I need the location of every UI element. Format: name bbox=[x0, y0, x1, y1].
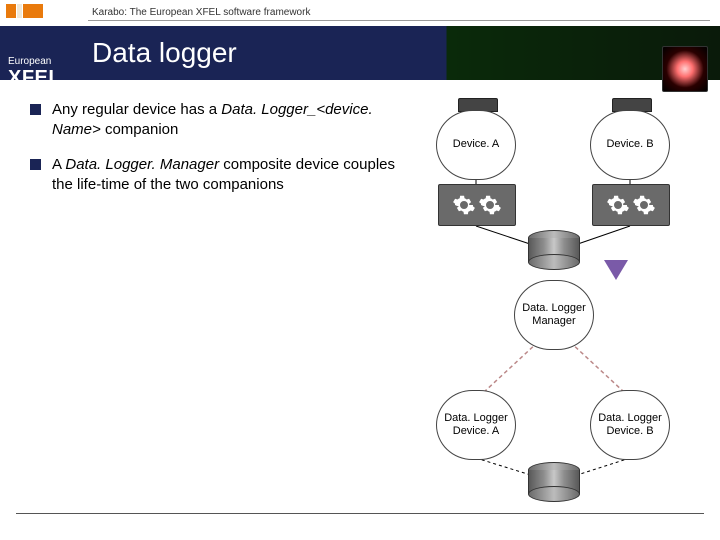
slide-title: Data logger bbox=[92, 37, 237, 69]
gear-icon bbox=[606, 193, 630, 217]
xfel-logo: European XFEL bbox=[2, 28, 86, 106]
bullet-list: Any regular device has a Data. Logger_<d… bbox=[30, 100, 410, 209]
decorative-probe-image bbox=[662, 46, 708, 92]
node-device-a: Device. A bbox=[436, 110, 516, 180]
database-icon bbox=[528, 462, 580, 500]
node-datalogger-manager: Data. LoggerManager bbox=[514, 280, 594, 350]
footer-divider bbox=[16, 513, 704, 514]
gear-icon bbox=[452, 193, 476, 217]
node-datalogger-device-a: Data. LoggerDevice. A bbox=[436, 390, 516, 460]
database-icon bbox=[528, 230, 580, 268]
kicker-text: Karabo: The European XFEL software frame… bbox=[88, 5, 710, 21]
logo-accent bbox=[6, 4, 62, 20]
title-bar: European XFEL Data logger bbox=[0, 26, 720, 80]
node-datalogger-device-b: Data. LoggerDevice. B bbox=[590, 390, 670, 460]
gear-panel bbox=[438, 184, 516, 226]
gear-icon bbox=[478, 193, 502, 217]
triangle-marker bbox=[604, 260, 628, 280]
bullet-item: Any regular device has a Data. Logger_<d… bbox=[30, 100, 410, 141]
bullet-item: A Data. Logger. Manager composite device… bbox=[30, 155, 410, 196]
gear-panel bbox=[592, 184, 670, 226]
node-device-b: Device. B bbox=[590, 110, 670, 180]
gear-icon bbox=[632, 193, 656, 217]
architecture-diagram: Device. A Device. B Data. LoggerManager … bbox=[430, 100, 710, 480]
